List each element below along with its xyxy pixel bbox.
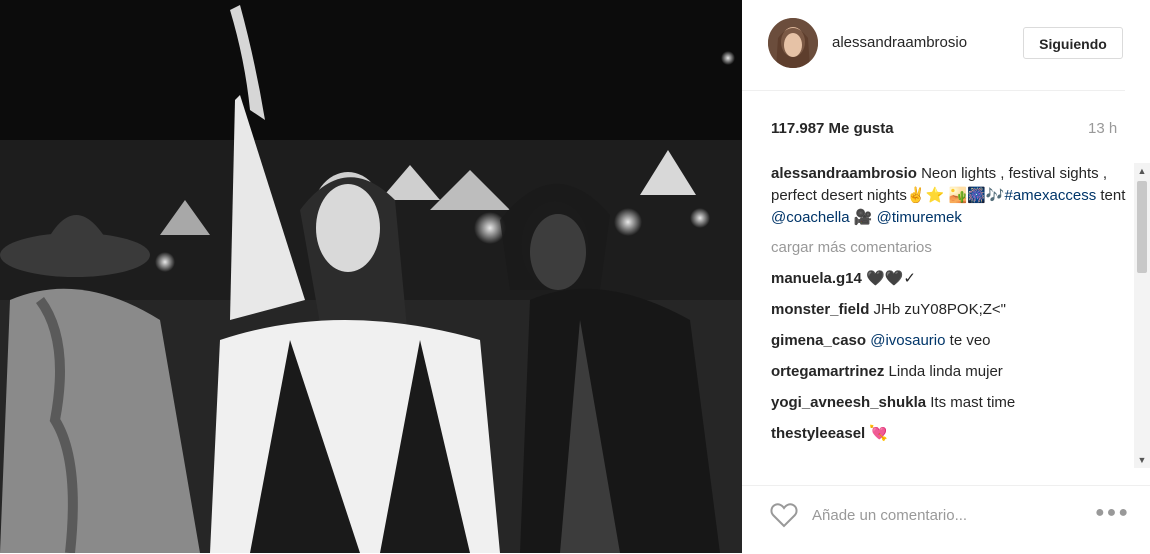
caption-username[interactable]: alessandraambrosio xyxy=(771,165,917,182)
comment-text: JHb zuY08POK;Z<" xyxy=(873,301,1006,318)
post-photo[interactable] xyxy=(0,0,742,553)
comments-list[interactable]: alessandraambrosio Neon lights , festiva… xyxy=(771,163,1131,468)
scroll-down-icon[interactable]: ▼ xyxy=(1134,452,1150,468)
mention-link[interactable]: @ivosaurio xyxy=(870,332,945,349)
comment-item: gimena_caso @ivosaurio te veo xyxy=(771,330,1131,352)
load-more-comments-link[interactable]: cargar más comentarios xyxy=(771,237,1131,259)
comment-item: yogi_avneesh_shukla Its mast time xyxy=(771,392,1131,414)
comment-text: te veo xyxy=(945,332,991,349)
avatar-image xyxy=(768,18,818,68)
comment-username[interactable]: yogi_avneesh_shukla xyxy=(771,394,926,411)
caption-text: tent xyxy=(1096,187,1126,204)
comment-item: ortegamartrinez Linda linda mujer xyxy=(771,361,1131,383)
comment-text: Linda linda mujer xyxy=(888,363,1003,380)
mention-link[interactable]: @coachella xyxy=(771,209,850,226)
likes-count[interactable]: 117.987 Me gusta xyxy=(771,120,894,137)
comment-text: Its mast time xyxy=(930,394,1016,411)
post-time[interactable]: 13 h xyxy=(1088,120,1117,137)
comment-username[interactable]: gimena_caso xyxy=(771,332,866,349)
photo-illustration xyxy=(0,0,742,553)
post-username[interactable]: alessandraambrosio xyxy=(832,34,967,51)
heart-icon[interactable] xyxy=(770,502,798,528)
comments-scrollbar[interactable]: ▲ ▼ xyxy=(1134,163,1150,468)
comment-text: 🖤🖤✓ xyxy=(866,270,916,287)
mention-link[interactable]: @timuremek xyxy=(877,209,962,226)
caption-emoji: ✌️⭐ xyxy=(906,187,945,204)
post-header: alessandraambrosio Siguiendo xyxy=(742,0,1125,91)
comment-username[interactable]: ortegamartrinez xyxy=(771,363,884,380)
avatar[interactable] xyxy=(768,18,818,68)
comment-username[interactable]: thestyleeasel xyxy=(771,425,865,442)
hashtag-link[interactable]: #amexaccess xyxy=(1004,187,1096,204)
post-caption: alessandraambrosio Neon lights , festiva… xyxy=(771,163,1131,229)
comment-username[interactable]: manuela.g14 xyxy=(771,270,862,287)
comment-item: thestyleeasel 💘 xyxy=(771,423,1131,445)
post-details-panel: alessandraambrosio Siguiendo 117.987 Me … xyxy=(742,0,1150,553)
scroll-up-icon[interactable]: ▲ xyxy=(1134,163,1150,179)
comment-text: 💘 xyxy=(869,425,889,442)
add-comment-input[interactable] xyxy=(812,502,1072,528)
caption-emoji: 🎥 xyxy=(849,209,873,226)
comment-item: manuela.g14 🖤🖤✓ xyxy=(771,268,1131,290)
comment-item: monster_field JHb zuY08POK;Z<" xyxy=(771,299,1131,321)
add-comment-bar: ●●● xyxy=(742,485,1150,554)
comment-username[interactable]: monster_field xyxy=(771,301,869,318)
caption-emoji: 🏜️🎆🎶 xyxy=(948,187,1005,204)
scrollbar-thumb[interactable] xyxy=(1137,181,1147,273)
more-options-icon[interactable]: ●●● xyxy=(1095,504,1130,522)
following-button[interactable]: Siguiendo xyxy=(1023,27,1123,59)
